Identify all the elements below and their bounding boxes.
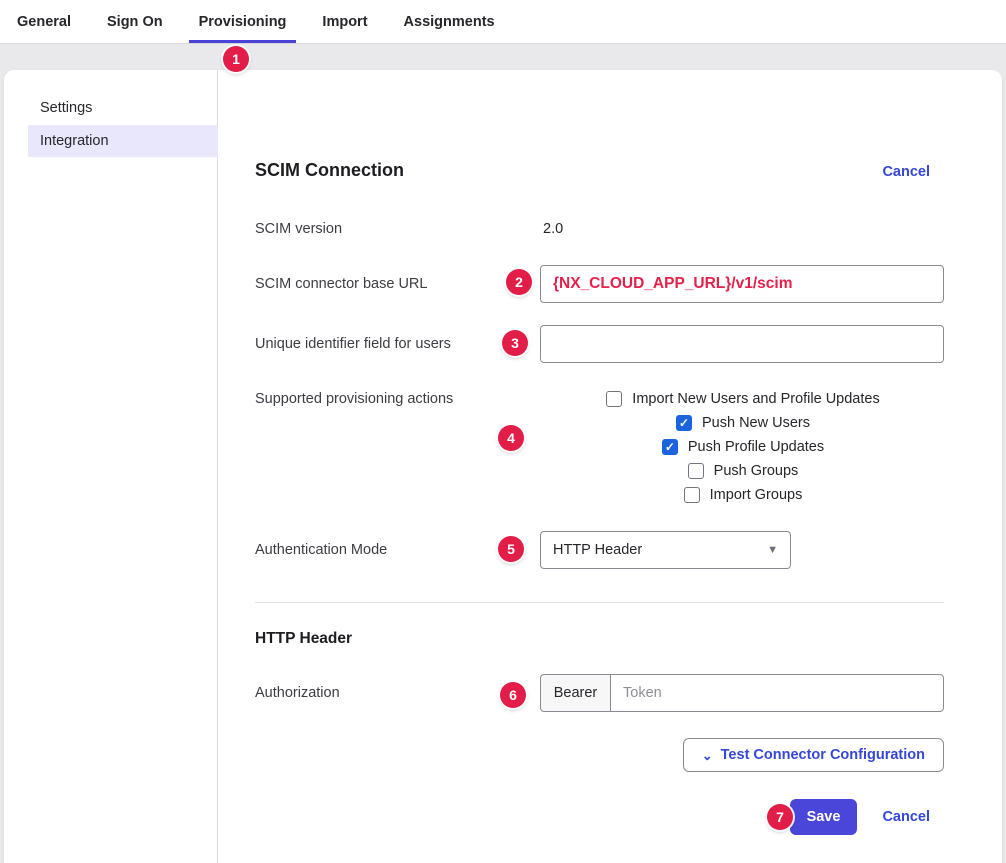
checkbox-label: Import Groups	[710, 487, 803, 503]
form-row-unique-id: Unique identifier field for users	[255, 325, 944, 363]
http-header-section-title: HTTP Header	[255, 630, 352, 648]
cancel-link-bottom[interactable]: Cancel	[882, 809, 930, 825]
form-row-base-url: SCIM connector base URL	[255, 265, 944, 303]
checkbox-row-import-users[interactable]: Import New Users and Profile Updates	[604, 387, 879, 411]
tab-bar: General Sign On Provisioning Import Assi…	[0, 0, 1006, 44]
save-button[interactable]: Save	[790, 799, 858, 835]
annotation-badge-4: 4	[498, 425, 524, 451]
checkbox-label: Push Profile Updates	[688, 439, 824, 455]
checkbox-row-push-groups[interactable]: Push Groups	[686, 459, 799, 483]
provisioning-form: SCIM Connection Cancel SCIM version 2.0 …	[255, 70, 944, 863]
checkbox-label: Push Groups	[714, 463, 799, 479]
checkbox-label: Push New Users	[702, 415, 810, 431]
page-title: SCIM Connection	[255, 160, 404, 181]
form-row-provisioning-actions: Supported provisioning actions Import Ne…	[255, 387, 944, 507]
tab-provisioning[interactable]: Provisioning	[189, 0, 297, 43]
unique-identifier-label: Unique identifier field for users	[255, 336, 540, 352]
authorization-label: Authorization	[255, 685, 540, 701]
annotation-badge-3: 3	[502, 330, 528, 356]
unique-identifier-input[interactable]	[540, 325, 944, 363]
checkbox[interactable]	[662, 439, 678, 455]
form-row-auth-mode: Authentication Mode HTTP Header ▼	[255, 531, 944, 569]
annotation-badge-5: 5	[498, 536, 524, 562]
tab-assignments[interactable]: Assignments	[394, 0, 505, 43]
chevron-down-icon: ▼	[767, 544, 778, 556]
scim-version-label: SCIM version	[255, 221, 540, 237]
checkbox[interactable]	[606, 391, 622, 407]
checkbox-row-push-new-users[interactable]: Push New Users	[674, 411, 810, 435]
annotation-badge-2: 2	[506, 269, 532, 295]
scim-base-url-input[interactable]	[540, 265, 944, 303]
footer-actions: Save Cancel	[790, 799, 930, 835]
sidebar-heading: Settings	[40, 98, 217, 118]
app-window: General Sign On Provisioning Import Assi…	[0, 0, 1006, 863]
test-connector-label: Test Connector Configuration	[721, 747, 925, 763]
checkbox[interactable]	[684, 487, 700, 503]
sidebar: Settings Integration	[4, 70, 218, 863]
checkbox-row-push-profile-updates[interactable]: Push Profile Updates	[660, 435, 824, 459]
checkbox[interactable]	[688, 463, 704, 479]
scim-version-value: 2.0	[540, 221, 563, 237]
annotation-badge-1: 1	[223, 46, 249, 72]
content-card: Settings Integration SCIM Connection Can…	[4, 70, 1002, 863]
form-row-authorization: Authorization Bearer	[255, 674, 944, 712]
base-url-label: SCIM connector base URL	[255, 276, 540, 292]
tab-sign-on[interactable]: Sign On	[97, 0, 173, 43]
authentication-mode-value: HTTP Header	[553, 542, 642, 558]
section-divider	[255, 602, 944, 603]
tab-import[interactable]: Import	[312, 0, 377, 43]
annotation-badge-7: 7	[767, 804, 793, 830]
token-input[interactable]	[610, 674, 944, 712]
checkbox-row-import-groups[interactable]: Import Groups	[682, 483, 803, 507]
bearer-prefix: Bearer	[540, 674, 610, 712]
checkbox-label: Import New Users and Profile Updates	[632, 391, 879, 407]
checkbox[interactable]	[676, 415, 692, 431]
authentication-mode-select[interactable]: HTTP Header ▼	[540, 531, 791, 569]
sidebar-item-integration[interactable]: Integration	[28, 125, 218, 157]
cancel-link-top[interactable]: Cancel	[882, 164, 930, 180]
provisioning-actions-label: Supported provisioning actions	[255, 387, 540, 411]
form-row-scim-version: SCIM version 2.0	[255, 219, 944, 239]
test-connector-button[interactable]: ⌄ Test Connector Configuration	[683, 738, 944, 772]
chevron-down-icon: ⌄	[702, 749, 713, 762]
annotation-badge-6: 6	[500, 682, 526, 708]
tab-general[interactable]: General	[7, 0, 81, 43]
